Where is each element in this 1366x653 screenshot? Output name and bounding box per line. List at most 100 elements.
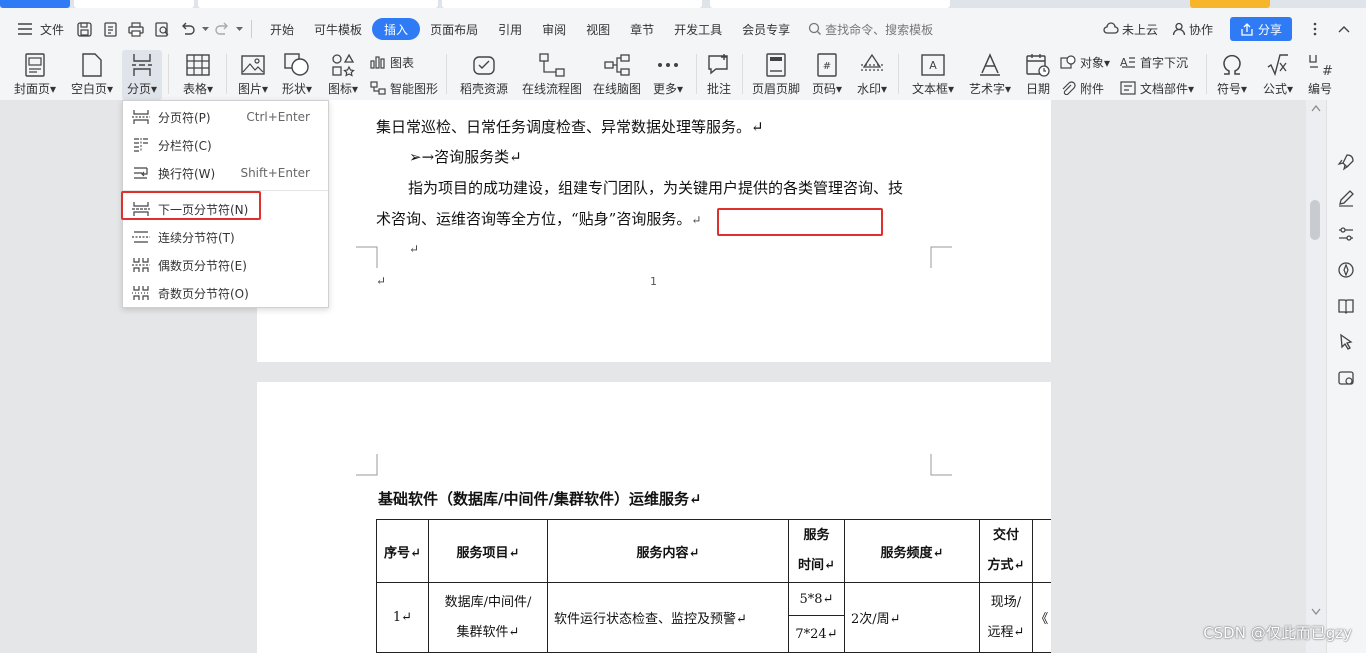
vertical-scrollbar[interactable] xyxy=(1306,100,1326,653)
table-cell[interactable]: 1↵ xyxy=(376,582,429,653)
collapse-ribbon-icon[interactable] xyxy=(1336,21,1352,37)
online-mindmap-button[interactable]: 在线脑图 xyxy=(590,50,644,100)
export-pdf-icon[interactable] xyxy=(102,21,118,37)
scrollbar-thumb[interactable] xyxy=(1310,200,1320,240)
promo-tab[interactable] xyxy=(1190,0,1270,8)
margin-corner-mark xyxy=(930,454,952,476)
document-parts-button[interactable]: 文档部件▾ xyxy=(1120,78,1194,98)
numbering-button[interactable]: # 编号 xyxy=(1302,50,1338,100)
picture-button[interactable]: 图片▾ xyxy=(234,50,272,100)
undo-dropdown-icon[interactable] xyxy=(201,21,209,37)
header-footer-button[interactable]: 页眉页脚 xyxy=(750,50,802,100)
file-menu[interactable]: 文件 xyxy=(38,15,71,43)
window-tab[interactable] xyxy=(74,0,194,8)
tab-insert[interactable]: 插入 xyxy=(372,18,421,40)
textbox-button[interactable]: A 文本框▾ xyxy=(908,50,958,100)
window-tab[interactable] xyxy=(198,0,438,8)
window-tab[interactable] xyxy=(442,0,702,8)
table-cell[interactable]: 软件运行状态检查、监控及预警↵ xyxy=(547,582,789,653)
cursor-icon[interactable] xyxy=(1336,332,1356,352)
header-cell[interactable]: 服务 时间↵ xyxy=(788,519,845,583)
command-search[interactable]: 查找命令、搜索模板 xyxy=(808,21,933,38)
collaborate-button[interactable]: 协作 xyxy=(1165,15,1220,43)
header-cell[interactable]: 序号↵ xyxy=(376,519,429,583)
menu-item-odd-page-section-break[interactable]: 奇数页分节符(O) xyxy=(123,279,328,307)
header-footer-label: 页眉页脚 xyxy=(751,82,800,96)
share-button[interactable]: 分享 xyxy=(1229,17,1292,41)
page-break-button[interactable]: 分页▾ xyxy=(122,50,162,100)
drop-cap-button[interactable]: A 首字下沉 xyxy=(1120,52,1188,72)
table-cell[interactable]: 7*24↵ xyxy=(788,615,845,653)
hamburger-menu-icon[interactable] xyxy=(17,21,33,37)
tab-references[interactable]: 引用 xyxy=(488,18,532,40)
save-icon[interactable] xyxy=(76,21,92,37)
cloud-label: 未上云 xyxy=(1121,22,1158,37)
tab-page-layout[interactable]: 页面布局 xyxy=(420,18,488,40)
docer-resources-button[interactable]: 稻壳资源 xyxy=(456,50,512,100)
menu-item-continuous-section-break[interactable]: 连续分节符(T) xyxy=(123,223,328,251)
image-tools-icon[interactable] xyxy=(1336,368,1356,388)
textbox-label: 文本框▾ xyxy=(911,82,955,96)
object-button[interactable]: 对象▾ xyxy=(1060,52,1110,72)
rocket-icon[interactable] xyxy=(1336,152,1356,172)
menu-item-line-break[interactable]: 换行符(W) Shift+Enter xyxy=(123,159,328,187)
watermark-button[interactable]: 水印▾ xyxy=(852,50,892,100)
tab-developer[interactable]: 开发工具 xyxy=(664,18,732,40)
tab-member[interactable]: 会员专享 xyxy=(732,18,800,40)
formula-button[interactable]: 公式▾ xyxy=(1258,50,1298,100)
table-cell[interactable]: 数据库/中间件/集群软件↵ xyxy=(428,582,548,653)
table-button[interactable]: 表格▾ xyxy=(176,50,220,100)
print-preview-icon[interactable] xyxy=(154,21,170,37)
menu-item-even-page-section-break[interactable]: 偶数页分节符(E) xyxy=(123,251,328,279)
comment-button[interactable]: 批注 xyxy=(702,50,736,100)
redo-icon[interactable] xyxy=(214,21,230,37)
scroll-down-icon[interactable] xyxy=(1311,608,1321,616)
more-options-icon[interactable] xyxy=(1307,21,1323,37)
menu-item-page-break[interactable]: 分页符(P) Ctrl+Enter xyxy=(123,103,328,131)
print-icon[interactable] xyxy=(128,21,144,37)
header-cell[interactable]: 服务项目↵ xyxy=(428,519,548,583)
blank-page-button[interactable]: 空白页▾ xyxy=(66,50,118,100)
pen-icon[interactable] xyxy=(1336,188,1356,208)
header-cell[interactable]: 服务内容↵ xyxy=(547,519,789,583)
table-cell[interactable]: 《 xyxy=(1032,582,1051,653)
more-quick-access-icon[interactable] xyxy=(235,21,243,37)
header-cell[interactable] xyxy=(1032,519,1051,583)
window-tab-active[interactable] xyxy=(710,0,950,8)
date-button[interactable]: 日期 xyxy=(1022,50,1054,100)
table-cell[interactable]: 现场/远程↵ xyxy=(979,582,1033,653)
wordart-button[interactable]: 艺术字▾ xyxy=(964,50,1016,100)
tab-templates[interactable]: 可牛模板 xyxy=(304,18,372,40)
sliders-icon[interactable] xyxy=(1336,224,1356,244)
header-cell[interactable]: 服务频度↵ xyxy=(844,519,980,583)
tab-home[interactable]: 开始 xyxy=(260,18,304,40)
window-tab[interactable] xyxy=(0,0,70,8)
header-cell[interactable]: 交付 方式↵ xyxy=(979,519,1033,583)
tab-review[interactable]: 审阅 xyxy=(532,18,576,40)
chart-button[interactable]: 图表 xyxy=(370,52,414,72)
wordart-label: 艺术字▾ xyxy=(968,82,1012,96)
shape-button[interactable]: 形状▾ xyxy=(278,50,316,100)
menu-item-column-break[interactable]: 分栏符(C) xyxy=(123,131,328,159)
tab-view[interactable]: 视图 xyxy=(576,18,620,40)
compass-icon[interactable] xyxy=(1336,260,1356,280)
cloud-status[interactable]: 未上云 xyxy=(1096,15,1165,43)
search-placeholder: 查找命令、搜索模板 xyxy=(825,22,934,37)
tab-section[interactable]: 章节 xyxy=(620,18,664,40)
table-cell[interactable]: 5*8↵ xyxy=(788,582,845,616)
symbol-button[interactable]: 符号▾ xyxy=(1212,50,1252,100)
table-cell[interactable]: 2次/周↵ xyxy=(844,582,980,653)
document-page-2[interactable]: 基础软件（数据库/中间件/集群软件）运维服务↵ 序号↵ 服务项目↵ 服务内容↵ … xyxy=(257,382,1051,653)
undo-icon[interactable] xyxy=(180,21,196,37)
scroll-up-icon[interactable] xyxy=(1311,104,1321,112)
more-button[interactable]: 更多▾ xyxy=(648,50,688,100)
svg-text:#: # xyxy=(823,61,831,72)
book-icon[interactable] xyxy=(1336,296,1356,316)
smart-graphic-button[interactable]: 智能图形 xyxy=(370,78,438,98)
document-page-1[interactable]: 集日常巡检、日常任务调度检查、异常数据处理等服务。↵ ➢→咨询服务类↵ 指为项目… xyxy=(257,100,1051,362)
page-number-button[interactable]: # 页码▾ xyxy=(808,50,846,100)
icon-button[interactable]: 图标▾ xyxy=(324,50,362,100)
attachment-button[interactable]: 附件 xyxy=(1060,78,1104,98)
cover-page-button[interactable]: 封面页▾ xyxy=(10,50,60,100)
online-flowchart-button[interactable]: 在线流程图 xyxy=(520,50,584,100)
